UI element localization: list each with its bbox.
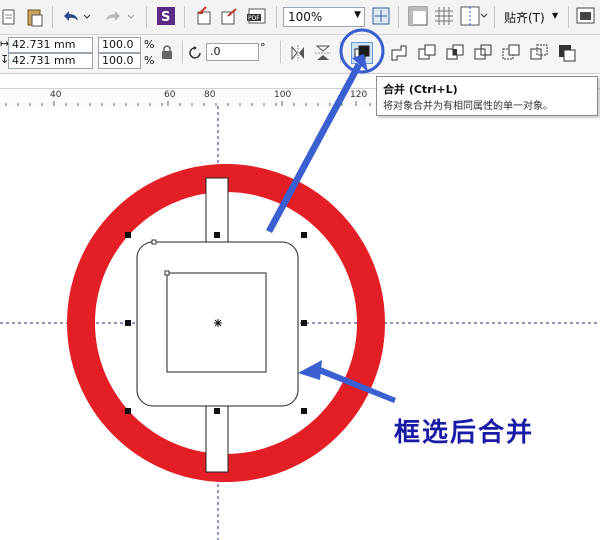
tooltip-title: 合并 (Ctrl+L) xyxy=(383,83,458,96)
annotation-caption: 框选后合并 xyxy=(394,418,535,448)
handle-right[interactable] xyxy=(301,320,307,326)
handle-top-right[interactable] xyxy=(301,232,307,238)
node-marker xyxy=(164,270,170,276)
tooltip-description: 将对象合并为有相同属性的单一对象。 xyxy=(383,101,553,112)
combine-tooltip: 合并 (Ctrl+L) 将对象合并为有相同属性的单一对象。 xyxy=(376,76,598,116)
handle-top[interactable] xyxy=(214,232,220,238)
handle-bottom[interactable] xyxy=(214,408,220,414)
node-marker xyxy=(151,239,157,245)
arrow-head-icon xyxy=(298,360,322,380)
handle-bottom-right[interactable] xyxy=(301,408,307,414)
handle-left[interactable] xyxy=(125,320,131,326)
center-marker-icon xyxy=(214,319,222,327)
handle-bottom-left[interactable] xyxy=(125,408,131,414)
handle-top-left[interactable] xyxy=(125,232,131,238)
